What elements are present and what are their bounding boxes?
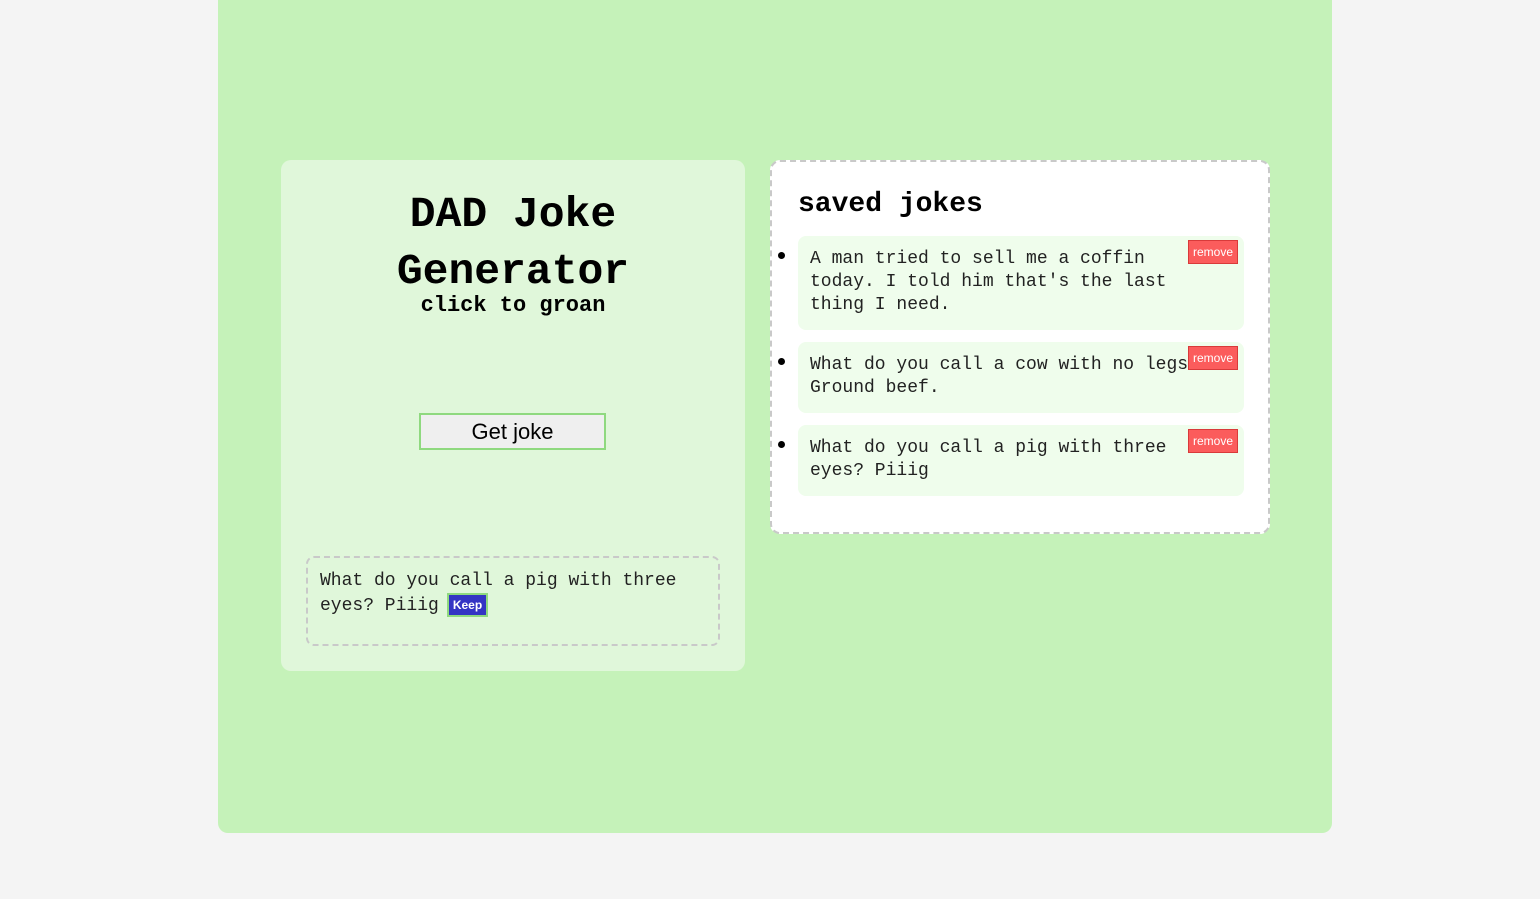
remove-button[interactable]: remove bbox=[1188, 240, 1238, 264]
saved-joke-item: What do you call a pig with three eyes? … bbox=[778, 425, 1244, 496]
keep-button[interactable]: Keep bbox=[446, 593, 489, 617]
bullet-icon bbox=[778, 358, 785, 365]
saved-joke-text: A man tried to sell me a coffin today. I… bbox=[810, 249, 1167, 315]
page-subtitle: click to groan bbox=[420, 293, 606, 318]
get-joke-button[interactable]: Get joke bbox=[419, 413, 606, 450]
saved-joke-item: A man tried to sell me a coffin today. I… bbox=[778, 236, 1244, 330]
saved-joke-text: What do you call a pig with three eyes? … bbox=[810, 438, 1167, 481]
remove-button[interactable]: remove bbox=[1188, 429, 1238, 453]
bullet-icon bbox=[778, 441, 785, 448]
remove-button[interactable]: remove bbox=[1188, 346, 1238, 370]
saved-jokes-panel: saved jokes A man tried to sell me a cof… bbox=[770, 160, 1270, 534]
page-title: DAD Joke Generator bbox=[396, 190, 630, 296]
saved-joke-item: What do you call a cow with no legs? Gro… bbox=[778, 342, 1244, 413]
current-joke-box: What do you call a pig with three eyes? … bbox=[306, 556, 720, 646]
saved-joke-text: What do you call a cow with no legs? Gro… bbox=[810, 355, 1199, 398]
saved-jokes-title: saved jokes bbox=[798, 189, 983, 220]
bullet-icon bbox=[778, 252, 785, 259]
current-joke-text: What do you call a pig with three eyes? … bbox=[320, 571, 677, 616]
